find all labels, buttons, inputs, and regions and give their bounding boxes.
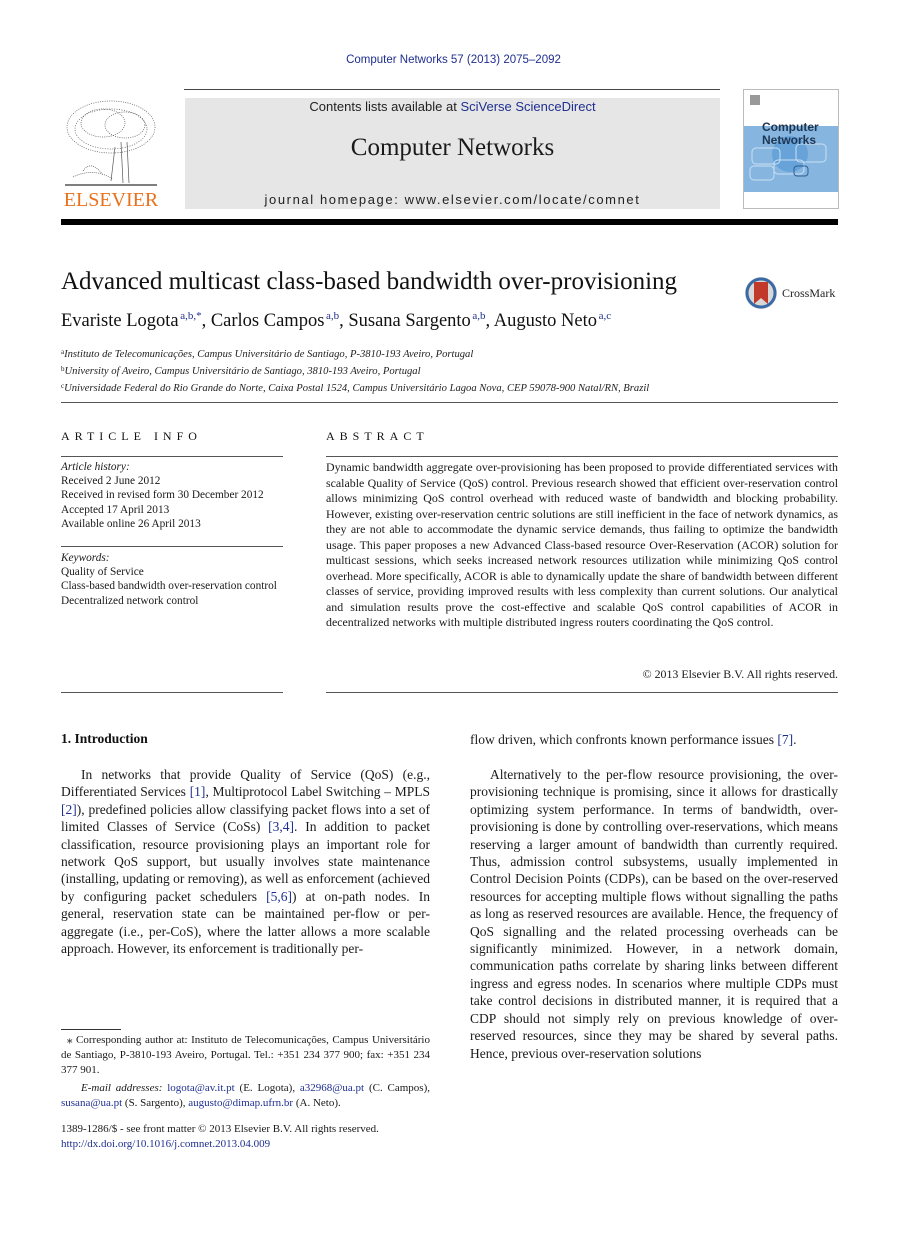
email-footnote: E-mail addresses: logota@av.it.pt (E. Lo… [61,1081,430,1111]
author-affiliation-marks[interactable]: a,c [599,310,612,322]
email-owner: (C. Campos), [364,1082,430,1094]
author-affiliation-marks[interactable]: a,b,* [180,310,201,322]
author-name: Susana Sargento [348,311,471,331]
keyword: Decentralized network control [61,594,199,607]
top-rule [184,89,720,90]
journal-name: Computer Networks [350,134,555,161]
email-link[interactable]: a32968@ua.pt [300,1082,364,1094]
footnote-rule [61,1029,121,1030]
elsevier-logo[interactable]: ELSEVIER [61,97,161,211]
keyword: Quality of Service [61,566,144,579]
abstract-heading: ABSTRACT [326,429,429,443]
email-link[interactable]: susana@ua.pt [61,1097,122,1109]
crossmark-button[interactable]: CrossMark [744,276,844,312]
citation-link[interactable]: [3,4] [268,819,294,834]
body-text: flow driven, which confronts known perfo… [470,732,778,747]
author[interactable]: Augusto Neto a,c [493,310,612,331]
citation-link[interactable]: [7] [777,732,793,747]
author[interactable]: Carlos Campos a,b [210,310,339,331]
article-history: Article history: Received 2 June 2012 Re… [61,460,291,531]
running-head-link[interactable]: Computer Networks 57 (2013) 2075–2092 [0,54,907,66]
journal-cover-thumbnail[interactable]: Computer Networks [743,89,839,209]
author-list: Evariste Logota a,b,*, Carlos Campos a,b… [61,310,611,332]
corresponding-author-text: Corresponding author at: Instituto de Te… [61,1034,430,1076]
email-owner: (S. Sargento), [122,1097,189,1109]
affiliation-text: University of Aveiro, Campus Universitár… [64,366,421,378]
intro-paragraph-2: Alternatively to the per-flow resource p… [470,767,838,1061]
front-matter: 1389-1286/$ - see front matter © 2013 El… [61,1122,430,1151]
author-affiliation-marks[interactable]: a,b [472,310,485,322]
article-history-label: Article history: [61,461,130,473]
article-info-heading: ARTICLE INFO [61,429,202,443]
citation-link[interactable]: [5,6] [266,889,292,904]
affiliations: aInstituto de Telecomunicações, Campus U… [61,345,649,397]
history-entry: Received in revised form 30 December 201… [61,489,264,502]
journal-homepage-link[interactable]: journal homepage: www.elsevier.com/locat… [185,192,720,207]
keyword: Class-based bandwidth over-reservation c… [61,580,277,593]
footnotes: ⁎ Corresponding author at: Instituto de … [61,1033,430,1111]
journal-masthead: Contents lists available at SciVerse Sci… [185,98,720,209]
divider [61,546,283,547]
elsevier-tree-icon [65,100,157,186]
body-text: , Multiprotocol Label Switching – MPLS [205,784,431,800]
contents-prefix: Contents lists available at [309,99,461,114]
affiliation: cUniversidade Federal do Rio Grande do N… [61,379,649,396]
intro-paragraph-1: In networks that provide Quality of Serv… [61,766,430,957]
email-owner: (E. Logota), [234,1082,300,1094]
email-label: E-mail addresses: [81,1082,163,1094]
sciencedirect-link[interactable]: SciVerse ScienceDirect [460,99,595,114]
body-text: . [793,732,797,747]
keywords-label: Keywords: [61,552,110,564]
divider [61,692,283,693]
email-link[interactable]: logota@av.it.pt [167,1082,234,1094]
author-name: Augusto Neto [493,311,598,331]
author-separator: , [485,311,494,331]
contents-line: Contents lists available at SciVerse Sci… [185,99,720,114]
header-thick-rule [61,219,838,225]
author-name: Carlos Campos [210,311,325,331]
author-name: Evariste Logota [61,311,179,331]
divider [61,456,283,457]
cover-title: Computer Networks [762,121,819,147]
author-separator: , [201,311,211,331]
history-entry: Accepted 17 April 2013 [61,503,170,516]
corresponding-author-footnote: ⁎ Corresponding author at: Instituto de … [61,1033,430,1078]
abstract-copyright: © 2013 Elsevier B.V. All rights reserved… [642,667,838,681]
divider [326,456,838,457]
crossmark-icon [745,277,777,309]
author-separator: , [339,311,349,331]
affiliation-text: Instituto de Telecomunicações, Campus Un… [64,349,474,360]
affiliation: bUniversity of Aveiro, Campus Universitá… [61,362,649,379]
keywords: Keywords: Quality of Service Class-based… [61,551,283,608]
crossmark-label: CrossMark [782,286,836,300]
author[interactable]: Susana Sargento a,b [348,310,485,331]
elsevier-wordmark: ELSEVIER [63,189,159,211]
affiliation-text: Universidade Federal do Rio Grande do No… [64,383,650,395]
cover-title-line2: Networks [762,133,817,147]
divider [326,692,838,693]
divider [61,402,838,403]
email-link[interactable]: augusto@dimap.ufrn.br [188,1097,293,1109]
history-entry: Available online 26 April 2013 [61,517,201,530]
intro-paragraph-1-continued: flow driven, which confronts known perfo… [470,731,838,748]
cover-publisher-icon [750,95,760,105]
citation-link[interactable]: [1] [190,784,206,799]
citation-link[interactable]: [2] [61,802,77,817]
history-entry: Received 2 June 2012 [61,475,161,488]
author-affiliation-marks[interactable]: a,b [326,310,339,322]
issn-line: 1389-1286/$ - see front matter © 2013 El… [61,1123,379,1135]
doi-link[interactable]: http://dx.doi.org/10.1016/j.comnet.2013.… [61,1138,270,1150]
abstract-text: Dynamic bandwidth aggregate over-provisi… [326,460,838,629]
email-owner: (A. Neto). [293,1097,341,1109]
article-title: Advanced multicast class-based bandwidth… [61,268,678,295]
section-heading-introduction: 1. Introduction [61,731,148,746]
author[interactable]: Evariste Logota a,b,* [61,310,202,331]
affiliation: aInstituto de Telecomunicações, Campus U… [61,345,649,362]
